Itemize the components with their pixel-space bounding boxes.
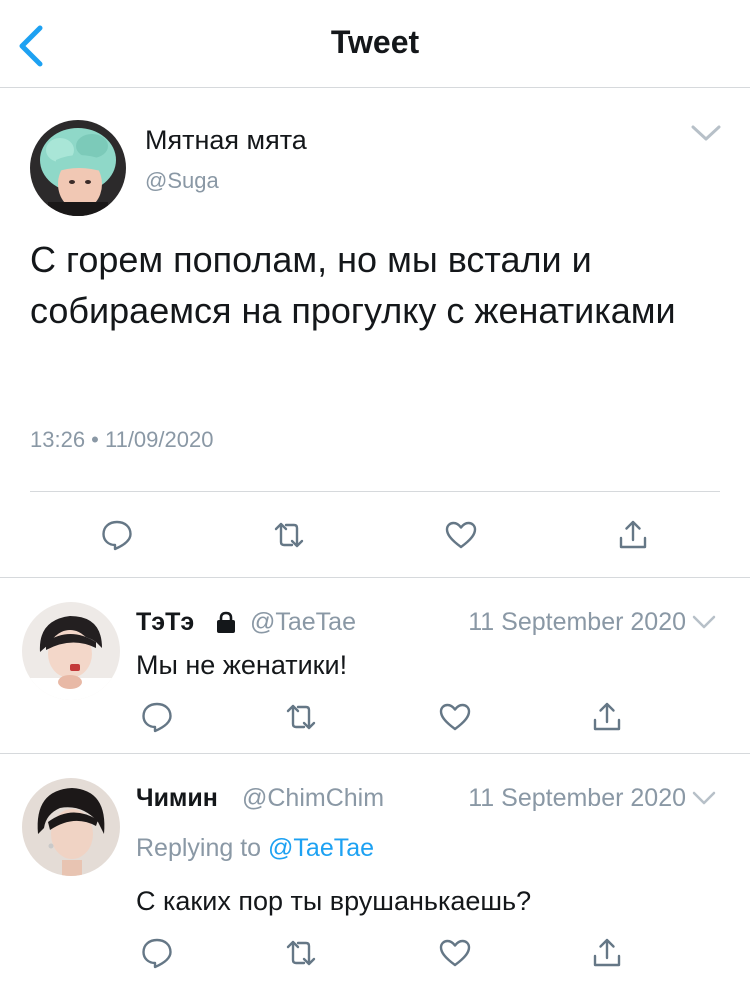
- retweet-icon: [274, 522, 304, 548]
- replying-prefix: Replying to: [136, 834, 269, 862]
- retweet-button[interactable]: [284, 936, 318, 970]
- share-button[interactable]: [590, 936, 624, 970]
- avatar[interactable]: [22, 778, 120, 876]
- user-handle[interactable]: @ChimChim: [242, 784, 384, 813]
- user-handle[interactable]: @Suga: [145, 168, 219, 194]
- reply-tweet[interactable]: ТэТэ @TaeTae 11 September 2020 Мы не жен…: [0, 578, 750, 754]
- like-icon: [439, 703, 471, 731]
- share-icon: [593, 938, 621, 967]
- retweet-button[interactable]: [272, 518, 306, 552]
- user-handle[interactable]: @TaeTae: [250, 608, 356, 637]
- tweet-text: С горем пополам, но мы встали и собираем…: [30, 239, 676, 331]
- top-bar: Tweet: [0, 0, 750, 88]
- avatar[interactable]: [22, 602, 120, 700]
- share-icon: [619, 520, 647, 549]
- display-name[interactable]: ТэТэ: [136, 608, 194, 637]
- reply-date: 11 September 2020: [468, 608, 686, 636]
- like-button[interactable]: [438, 700, 472, 734]
- avatar[interactable]: [30, 120, 126, 216]
- like-button[interactable]: [438, 936, 472, 970]
- lock-icon: [217, 611, 235, 633]
- chevron-down-icon[interactable]: [692, 614, 716, 630]
- reply-button[interactable]: [100, 518, 134, 552]
- reply-icon: [102, 520, 132, 551]
- chevron-down-icon[interactable]: [692, 790, 716, 806]
- reply-tweet[interactable]: Чимин @ChimChim 11 September 2020 Replyi…: [0, 754, 750, 986]
- divider: [30, 491, 720, 492]
- retweet-button[interactable]: [284, 700, 318, 734]
- main-tweet: Мятная мята @Suga С горем пополам, но мы…: [0, 88, 750, 578]
- replying-to: Replying to @TaeTae: [136, 834, 374, 863]
- chevron-down-icon[interactable]: [690, 122, 722, 144]
- reply-text: С каких пор ты врушанькаешь?: [136, 886, 532, 916]
- reply-actions: [0, 936, 750, 970]
- page-title: Tweet: [330, 24, 420, 60]
- like-icon: [439, 939, 471, 967]
- display-name[interactable]: Мятная мята: [145, 125, 307, 156]
- tweet-timestamp: 13:26 • 11/09/2020: [30, 427, 214, 452]
- share-button[interactable]: [616, 518, 650, 552]
- reply-text: Мы не женатики!: [136, 650, 348, 680]
- reply-icon: [142, 938, 172, 969]
- reply-date: 11 September 2020: [468, 784, 686, 812]
- reply-button[interactable]: [140, 936, 174, 970]
- reply-actions: [0, 700, 750, 734]
- retweet-icon: [286, 704, 316, 730]
- like-icon: [445, 521, 477, 549]
- reply-button[interactable]: [140, 700, 174, 734]
- share-icon: [593, 702, 621, 731]
- share-button[interactable]: [590, 700, 624, 734]
- like-button[interactable]: [444, 518, 478, 552]
- display-name[interactable]: Чимин: [136, 784, 218, 813]
- retweet-icon: [286, 940, 316, 966]
- tweet-actions: [0, 518, 750, 552]
- reply-icon: [142, 702, 172, 733]
- mention-link[interactable]: @TaeTae: [268, 834, 374, 862]
